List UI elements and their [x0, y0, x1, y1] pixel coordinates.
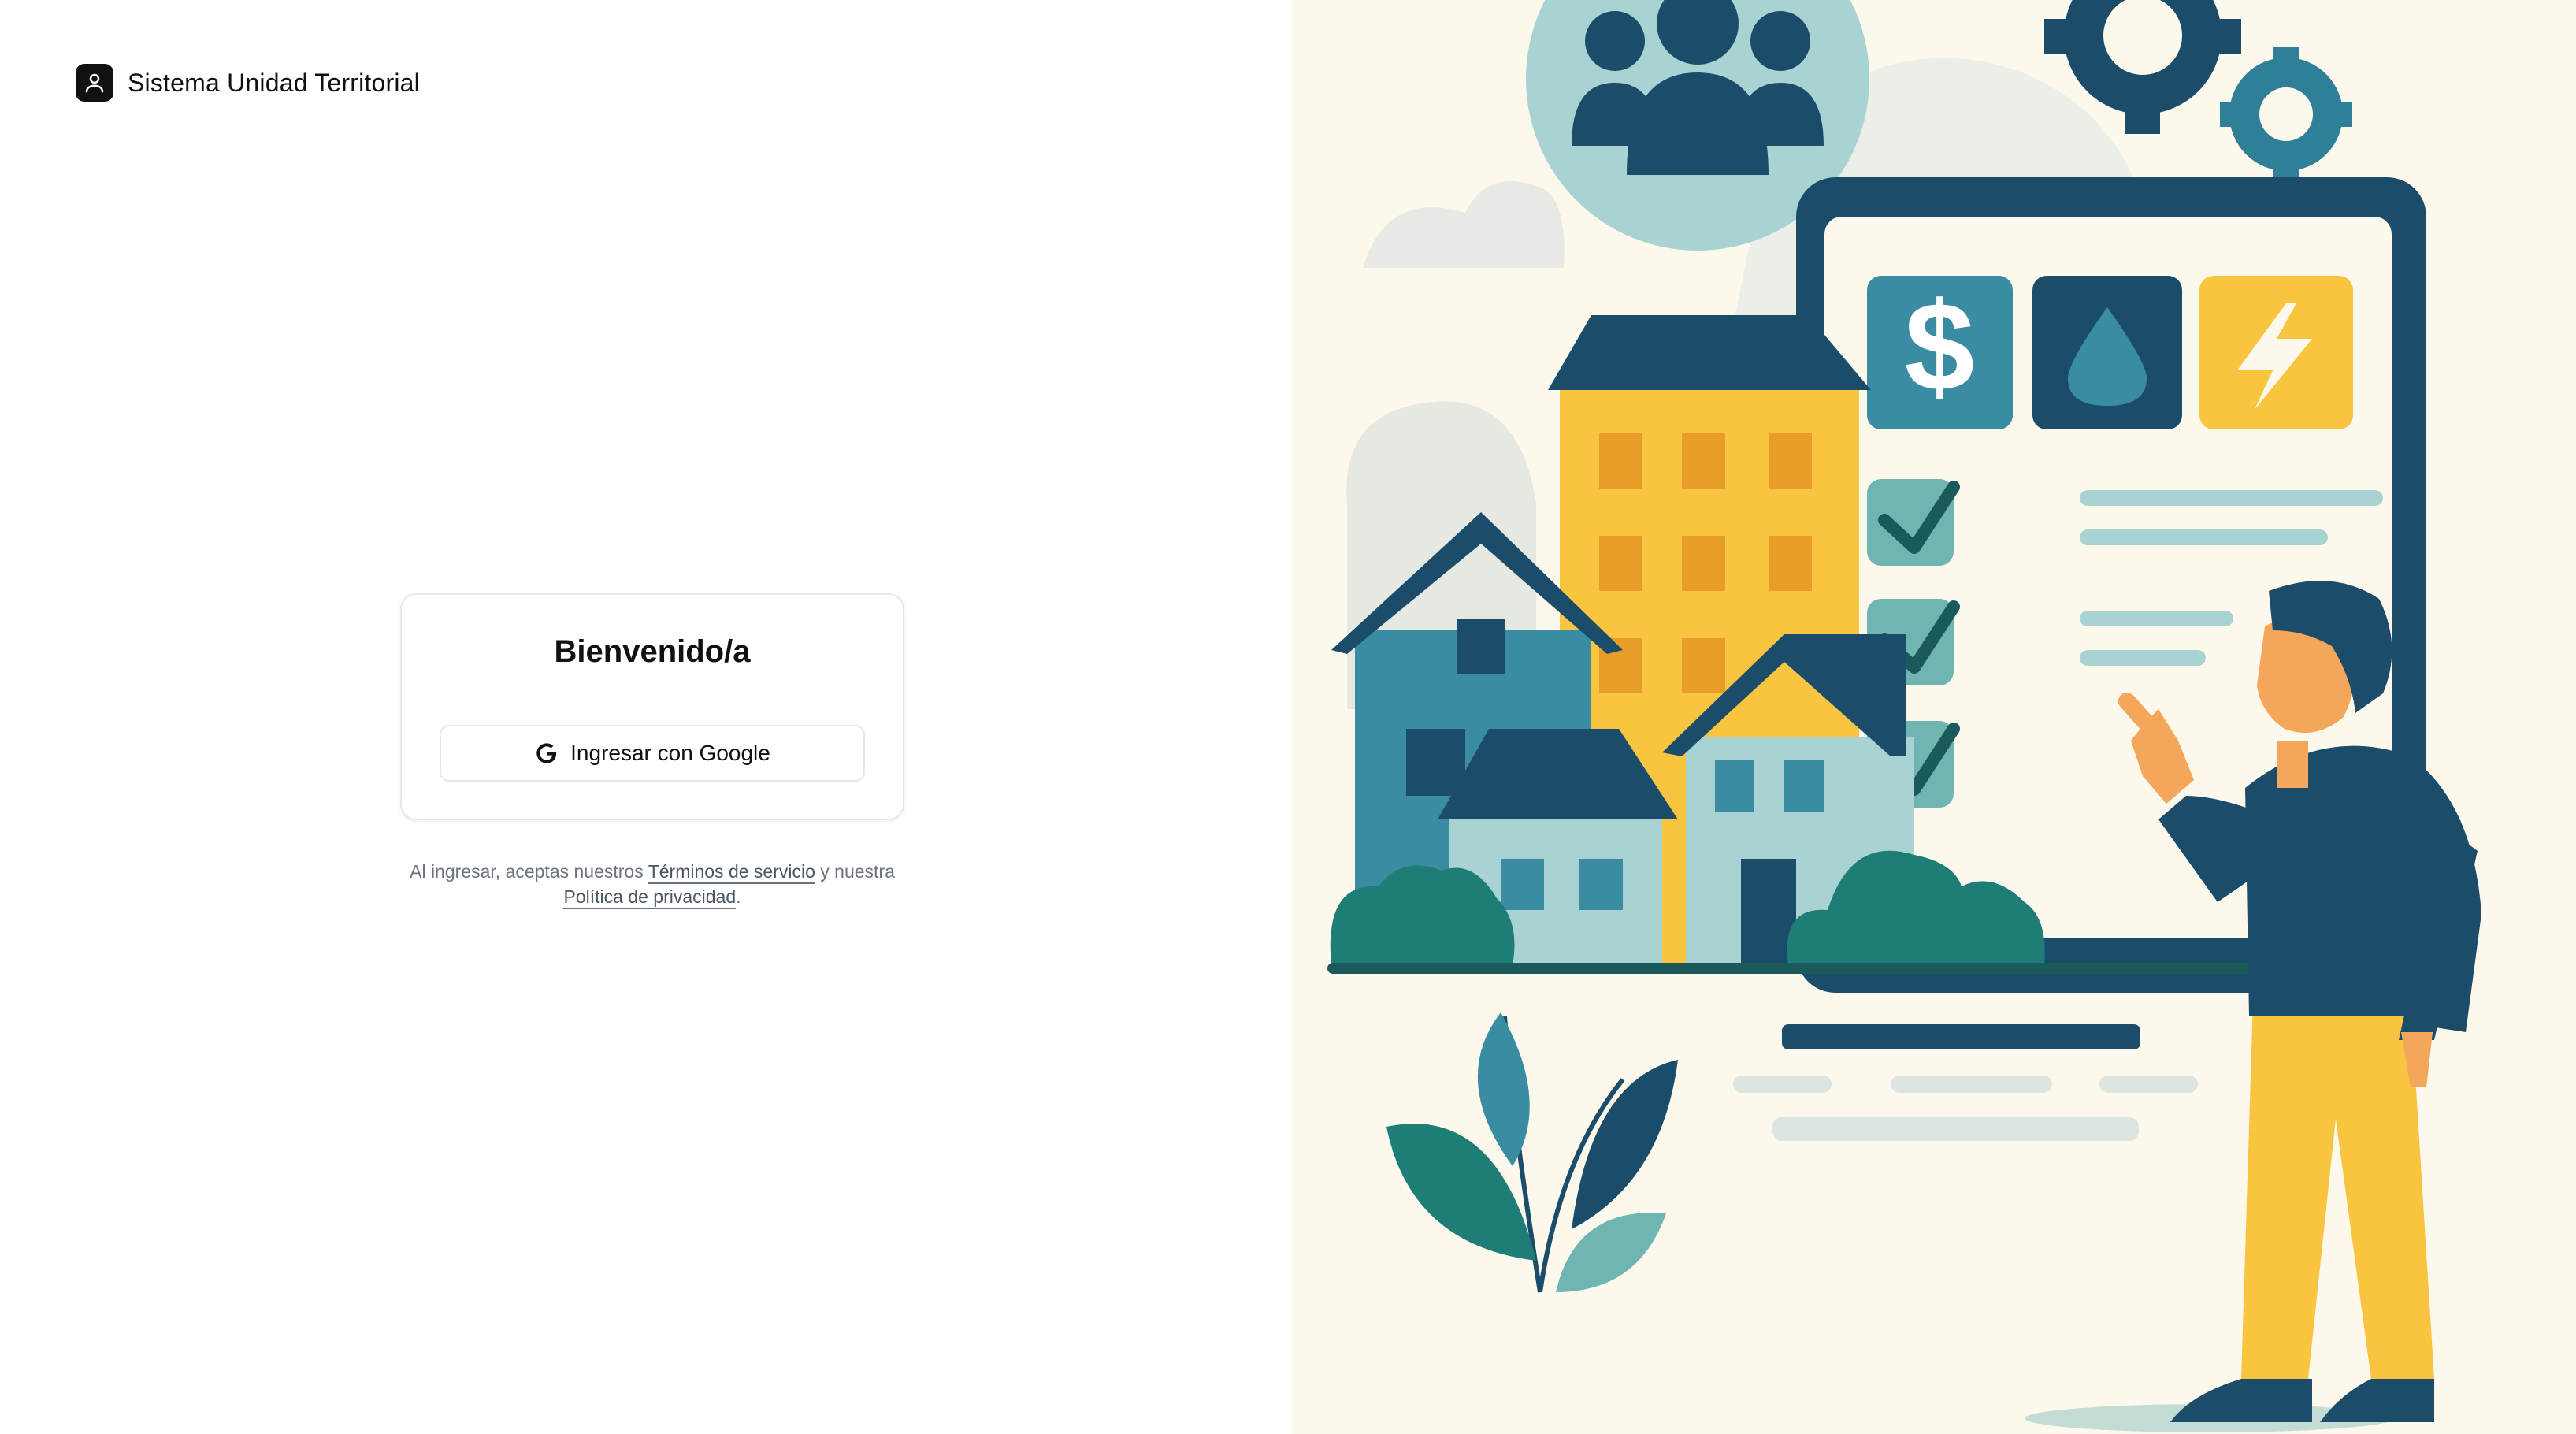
- legal-middle: y nuestra: [820, 861, 895, 882]
- list-line: [2080, 650, 2206, 666]
- illustration-panel: $: [1292, 0, 2576, 1434]
- info-line: [1782, 1024, 2140, 1049]
- info-line: [1733, 1076, 1832, 1093]
- municipal-services-illustration: $: [1327, 0, 2481, 1432]
- list-line: [2080, 611, 2233, 626]
- google-icon: [534, 741, 559, 766]
- legal-prefix: Al ingresar, aceptas nuestros: [410, 861, 644, 882]
- lightning-icon: [2199, 276, 2353, 429]
- legal-suffix: .: [736, 886, 741, 907]
- gear-icon: [2220, 47, 2352, 181]
- app-title: Sistema Unidad Territorial: [128, 68, 420, 97]
- login-panel: Sistema Unidad Territorial Bienvenido/a …: [0, 0, 1292, 1434]
- privacy-policy-link[interactable]: Política de privacidad: [563, 886, 737, 909]
- login-card: Bienvenido/a Ingresar con Google: [400, 593, 904, 820]
- info-line: [2099, 1076, 2198, 1093]
- checkmark-icon: [1867, 479, 1960, 566]
- welcome-title: Bienvenido/a: [554, 634, 751, 669]
- svg-text:$: $: [1905, 276, 1975, 417]
- list-line: [2080, 490, 2383, 506]
- brand-header: Sistema Unidad Territorial: [76, 63, 420, 102]
- water-drop-icon: [2032, 276, 2182, 429]
- terms-of-service-link[interactable]: Términos de servicio: [648, 861, 815, 884]
- legal-notice: Al ingresar, aceptas nuestros Términos d…: [400, 859, 904, 909]
- plant: [1386, 1012, 1678, 1293]
- dollar-icon: $: [1867, 276, 2013, 429]
- google-login-button[interactable]: Ingresar con Google: [440, 725, 865, 782]
- info-line: [1891, 1076, 2052, 1093]
- google-login-label: Ingresar con Google: [570, 741, 770, 765]
- ground-line: [1327, 963, 2312, 974]
- cloud: [1363, 181, 1565, 268]
- info-line: [1772, 1117, 2139, 1141]
- list-line: [2080, 529, 2328, 545]
- user-icon: [76, 64, 113, 102]
